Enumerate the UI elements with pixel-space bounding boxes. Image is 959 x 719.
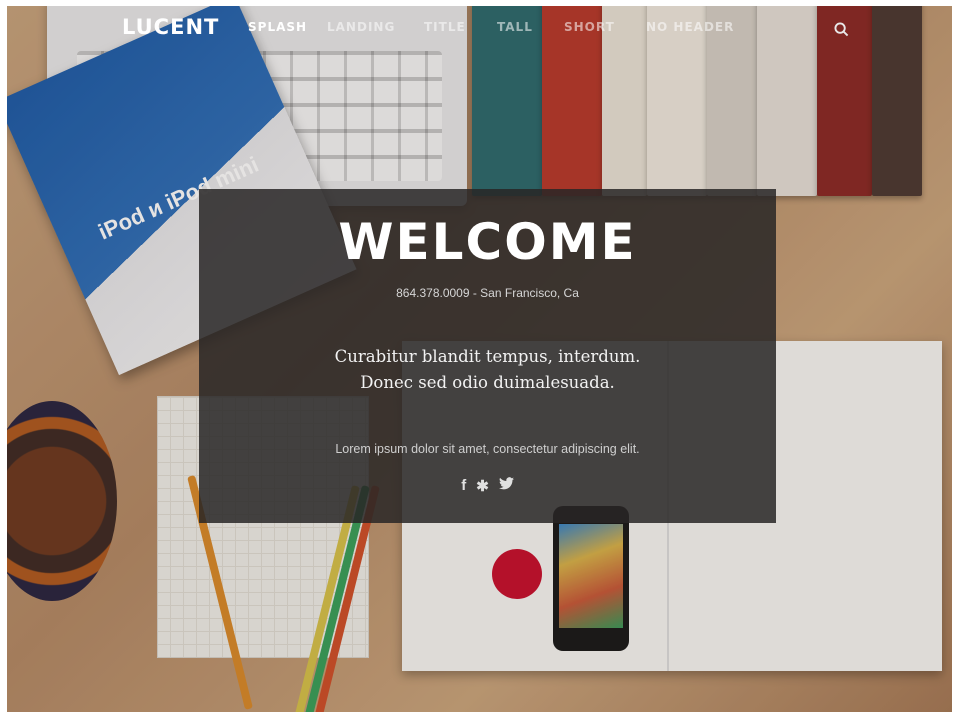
facebook-icon[interactable]: f — [461, 477, 466, 495]
brand-logo[interactable]: LUCENT — [122, 15, 219, 39]
nav-item-splash[interactable]: SPLASH — [248, 20, 307, 34]
contact-line: 864.378.0009 - San Francisco, Ca — [396, 286, 579, 300]
nav-item-title[interactable]: TITLE — [424, 20, 466, 34]
search-icon[interactable] — [834, 22, 849, 37]
nav-item-short[interactable]: SHORT — [564, 20, 615, 34]
page-title: WELCOME — [338, 213, 637, 271]
nav-item-no-header[interactable]: NO HEADER — [646, 20, 734, 34]
body-text: Lorem ipsum dolor sit amet, consectetur … — [335, 442, 640, 456]
welcome-panel: WELCOME 864.378.0009 - San Francisco, Ca… — [199, 189, 776, 523]
nav-item-tall[interactable]: TALL — [497, 20, 533, 34]
nav-item-landing[interactable]: LANDING — [327, 20, 395, 34]
hero-background: iPod и iPod mini LUCENT SPLASH LANDING T… — [7, 6, 952, 712]
lead-line-1: Curabitur blandit tempus, interdum. — [334, 347, 641, 366]
lead-text: Curabitur blandit tempus, interdum. Done… — [199, 344, 776, 396]
top-nav: LUCENT SPLASH LANDING TITLE TALL SHORT N… — [7, 6, 952, 48]
social-links: f ✱ — [199, 477, 776, 495]
twitter-icon[interactable] — [498, 477, 514, 495]
yelp-icon[interactable]: ✱ — [476, 477, 489, 495]
lead-line-2: Donec sed odio duimalesuada. — [360, 373, 615, 392]
